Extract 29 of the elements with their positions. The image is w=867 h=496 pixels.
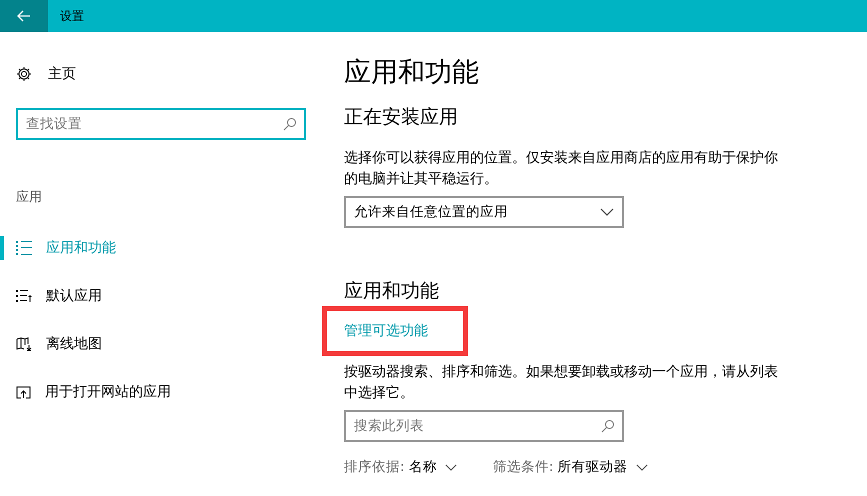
home-item[interactable]: 主页	[16, 62, 320, 86]
selection-indicator	[0, 236, 4, 260]
window-upload-icon	[16, 386, 31, 398]
page-title: 应用和功能	[344, 56, 480, 90]
back-arrow-icon	[17, 10, 31, 22]
filter-dropdown[interactable]: 筛选条件: 所有驱动器	[492, 458, 648, 476]
window-title: 设置	[60, 8, 84, 24]
nav-item[interactable]: 用于打开网站的应用	[16, 368, 320, 416]
description-text: 按驱动器搜索、排序和筛选。如果想要卸载或移动一个应用，请从列表中选择它。	[344, 363, 779, 403]
nav-item[interactable]: 默认应用	[16, 272, 320, 320]
nav-item[interactable]: 离线地图	[16, 320, 320, 368]
search-field[interactable]: 查找设置	[16, 108, 306, 140]
list-arrow-icon	[16, 290, 32, 302]
chevron-down-icon	[636, 464, 648, 470]
map-download-icon	[16, 337, 32, 351]
section-heading: 应用和功能	[344, 279, 440, 304]
section-heading: 正在安装应用	[344, 105, 459, 130]
source-dropdown[interactable]: 允许来自任意位置的应用	[344, 196, 624, 228]
chevron-down-icon	[444, 464, 457, 470]
settings-icon	[16, 66, 32, 82]
search-field[interactable]: 搜索此列表	[344, 410, 624, 442]
description-text: 选择你可以获得应用的位置。仅安装来自应用商店的应用有助于保护你的电脑并让其平稳运行。	[344, 149, 779, 189]
filter-dropdown[interactable]: 排序依据: 名称	[344, 458, 457, 476]
search-icon	[283, 117, 297, 131]
search-icon	[601, 419, 615, 433]
chevron-down-icon	[600, 208, 614, 216]
list-icon	[16, 241, 32, 255]
section-heading: 应用	[16, 189, 43, 206]
back-button[interactable]	[0, 0, 48, 32]
